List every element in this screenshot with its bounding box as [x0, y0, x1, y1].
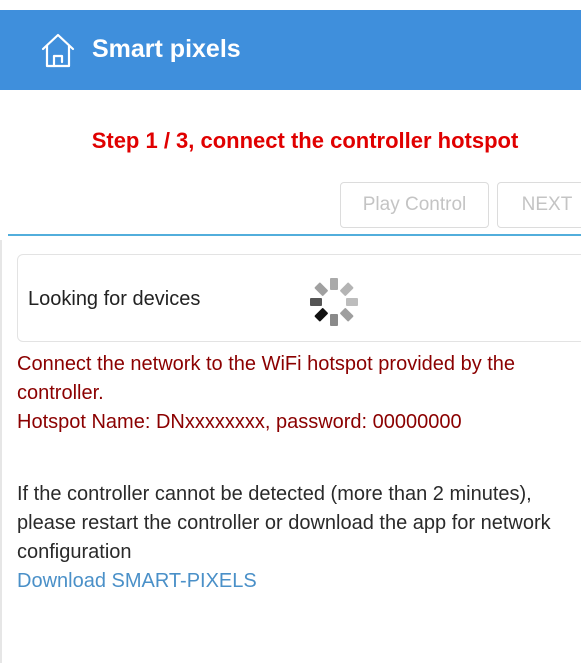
- hotspot-connect-text: Connect the network to the WiFi hotspot …: [17, 353, 516, 404]
- device-search-label: Looking for devices: [28, 288, 201, 310]
- loading-spinner-icon: [306, 274, 362, 330]
- hotspot-instructions: Connect the network to the WiFi hotspot …: [17, 350, 581, 437]
- download-app-link[interactable]: Download SMART-PIXELS: [17, 567, 257, 596]
- page: Smart pixels Step 1 / 3, connect the con…: [0, 0, 581, 663]
- app-title: Smart pixels: [92, 35, 241, 63]
- divider: [8, 234, 581, 236]
- help-text: If the controller cannot be detected (mo…: [17, 483, 551, 563]
- step-title: Step 1 / 3, connect the controller hotsp…: [91, 128, 519, 153]
- status-bar-strip: [0, 0, 581, 10]
- help-section: If the controller cannot be detected (mo…: [17, 480, 577, 596]
- device-search-panel: Looking for devices: [17, 254, 581, 342]
- play-control-button[interactable]: Play Control: [340, 182, 489, 228]
- left-edge-line: [0, 240, 2, 663]
- home-icon[interactable]: [40, 30, 76, 70]
- app-header: Smart pixels: [0, 10, 581, 90]
- hotspot-credentials-text: Hotspot Name: DNxxxxxxxx, password: 0000…: [17, 411, 462, 433]
- next-button[interactable]: NEXT: [497, 182, 581, 228]
